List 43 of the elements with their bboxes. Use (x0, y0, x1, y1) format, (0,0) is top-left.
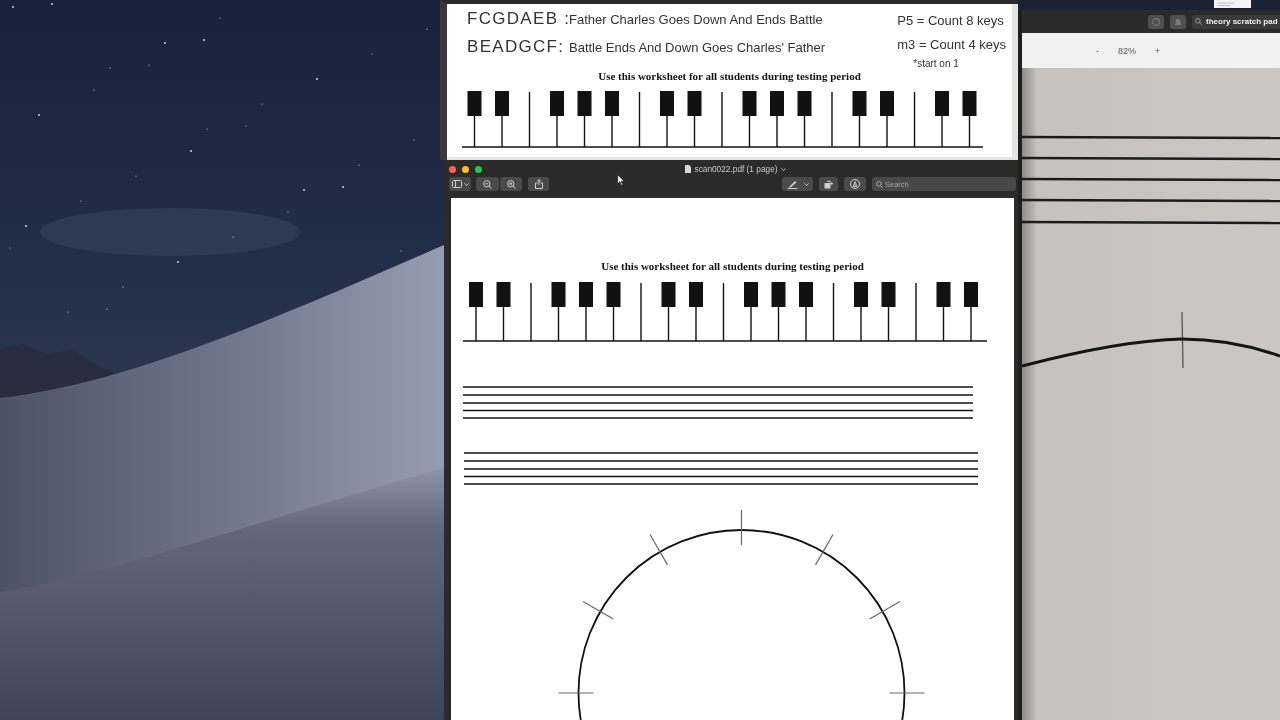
toolbar-button[interactable] (1148, 14, 1164, 29)
chevron-down-icon[interactable] (780, 167, 786, 171)
worksheet-heading: Use this worksheet for all students during testing period (601, 261, 864, 272)
handwritten-note: *start on 1 (913, 57, 959, 70)
caret-icon (463, 182, 469, 186)
bell-icon (1174, 17, 1182, 26)
pen-icon (786, 179, 798, 189)
zoom-out-button[interactable]: - (1096, 45, 1099, 56)
toolbar-button[interactable] (1170, 14, 1186, 29)
maximize-button[interactable] (475, 165, 482, 173)
mnemonic-phrase: Father Charles Goes Down And Ends Battle (569, 11, 824, 29)
pen-nib-circle-icon (850, 179, 860, 189)
file-thumbnail-icon[interactable] (1214, 0, 1251, 8)
note-sequence: FCGDAEB : (467, 9, 569, 29)
window-title: scan0022.pdf (1 page) (694, 164, 778, 174)
rotate-button[interactable] (819, 177, 838, 191)
zoom-percentage: 82% (1118, 45, 1136, 56)
search-icon (876, 180, 883, 188)
note-sequence: BEADGCF: (467, 37, 566, 57)
worksheet-heading: Use this worksheet for all students during testing period (598, 71, 861, 82)
sidebar-button[interactable] (449, 177, 471, 191)
markup-button[interactable] (844, 177, 866, 191)
zoom-in-icon (506, 179, 516, 189)
zoom-in-button[interactable]: + (1155, 45, 1161, 56)
sidebar-icon (451, 180, 462, 188)
zoom-out-button[interactable] (476, 177, 499, 191)
caret-icon (803, 182, 809, 186)
zoom-in-button[interactable] (500, 177, 522, 191)
search-icon (1195, 18, 1202, 25)
rotate-icon (824, 179, 833, 189)
share-button[interactable] (528, 177, 549, 191)
zoom-out-icon (483, 179, 492, 189)
cursor-icon (617, 174, 625, 186)
handwritten-note: P5 = Count 8 keys (897, 12, 1004, 30)
document-icon (685, 165, 692, 173)
search-field[interactable]: theory scratch pad (1192, 14, 1280, 29)
handwritten-note: m3 = Count 4 keys (897, 36, 1006, 54)
share-icon (534, 179, 543, 189)
markup-pen-button[interactable] (782, 177, 813, 191)
close-button[interactable] (449, 165, 456, 173)
circle-icon (1152, 17, 1160, 26)
mnemonic-phrase: Battle Ends And Down Goes Charles' Father (569, 39, 826, 57)
minimize-button[interactable] (462, 165, 469, 173)
